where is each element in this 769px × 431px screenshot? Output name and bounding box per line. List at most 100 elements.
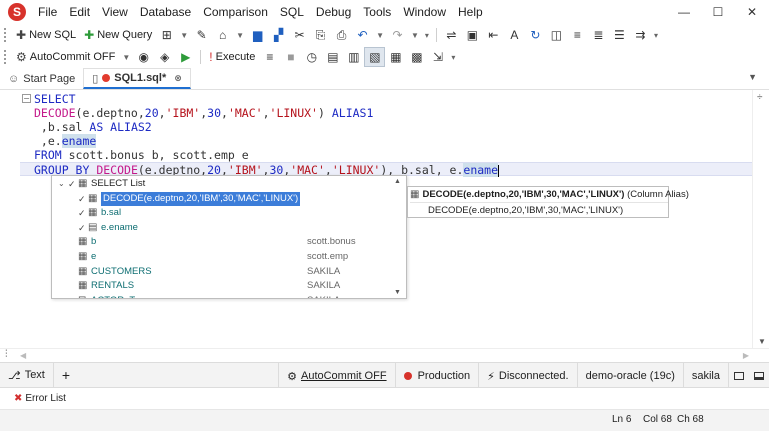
status-schema[interactable]: sakila xyxy=(684,363,729,389)
code-line[interactable]: SELECT xyxy=(34,92,76,106)
menu-database[interactable]: Database xyxy=(134,0,197,24)
tab-start-page[interactable]: ☺ Start Page xyxy=(0,68,83,89)
menu-window[interactable]: Window xyxy=(397,0,452,24)
menu-debug[interactable]: Debug xyxy=(310,0,357,24)
toolbar2-grip[interactable] xyxy=(4,50,7,64)
new-sql-button[interactable]: ✚ New SQL xyxy=(12,25,80,45)
execute-button[interactable]: ! Execute xyxy=(205,47,259,67)
history-icon[interactable]: ◷ xyxy=(301,47,322,67)
checkbox-checked-icon[interactable]: ✓ xyxy=(78,221,86,235)
toolbar-grip[interactable] xyxy=(4,28,7,42)
completion-scroll-up-icon[interactable]: ▲ xyxy=(394,178,401,185)
split-vertical-icon[interactable]: ÷ xyxy=(757,92,763,103)
completion-item[interactable]: ▦ RENTALS SAKILA xyxy=(52,279,390,293)
minimize-button[interactable]: — xyxy=(667,0,701,24)
outline-icon[interactable]: ⇉ xyxy=(630,25,651,45)
undo-dropdown-icon[interactable]: ▼ xyxy=(373,31,387,40)
stop-icon[interactable]: ■ xyxy=(280,47,301,67)
redo-icon[interactable]: ↷ xyxy=(387,25,408,45)
open-folder-icon[interactable]: ⌂ xyxy=(212,25,233,45)
expand-chevron-icon[interactable]: ⌄ xyxy=(58,177,65,191)
save-all-icon[interactable]: ▞ xyxy=(268,25,289,45)
uncomment-icon[interactable]: ≣ xyxy=(588,25,609,45)
run-icon[interactable]: ▶ xyxy=(175,47,196,67)
undo-icon[interactable]: ↶ xyxy=(352,25,373,45)
code-line[interactable]: FROM scott.bonus b, scott.emp e xyxy=(34,148,249,162)
code-line[interactable]: ,b.sal AS ALIAS2 xyxy=(34,120,152,134)
completion-item[interactable]: ▦ b scott.bonus xyxy=(52,235,390,249)
tab-sql1[interactable]: ▯ SQL1.sql* ⊗ xyxy=(83,68,191,89)
add-view-button[interactable]: + xyxy=(54,362,78,388)
toolbar1-more-icon[interactable]: ▾ xyxy=(651,31,661,40)
horizontal-scrollbar[interactable]: ⫶ ◀ ▶ xyxy=(0,348,769,362)
completion-item[interactable]: ✓ ▦ b.sal xyxy=(52,206,390,220)
menu-file[interactable]: File xyxy=(32,0,63,24)
layout-single-icon[interactable] xyxy=(729,363,749,389)
code-line[interactable]: GROUP BY DECODE(e.deptno,20,'IBM',30,'MA… xyxy=(20,162,752,177)
results-pane-icon[interactable]: ▧ xyxy=(364,47,386,67)
wrap-icon[interactable]: ☰ xyxy=(609,25,630,45)
code-line[interactable]: ,e.ename xyxy=(34,134,97,148)
refresh-icon[interactable]: ↻ xyxy=(525,25,546,45)
redo-dropdown-icon[interactable]: ▼ xyxy=(408,31,422,40)
maximize-button[interactable]: ☐ xyxy=(701,0,735,24)
tab-list-dropdown-icon[interactable]: ▼ xyxy=(748,72,757,82)
indent-icon[interactable]: ⇤ xyxy=(483,25,504,45)
autocommit-dropdown-icon[interactable]: ▼ xyxy=(119,53,133,62)
completion-item[interactable]: ▦ e scott.emp xyxy=(52,250,390,264)
menu-help[interactable]: Help xyxy=(452,0,489,24)
menu-edit[interactable]: Edit xyxy=(63,0,96,24)
completion-item[interactable]: ✓ ▤ e.ename xyxy=(52,221,390,235)
connection-icon[interactable]: ◉ xyxy=(133,47,154,67)
menu-tools[interactable]: Tools xyxy=(357,0,397,24)
checkbox-checked-icon[interactable]: ✓ xyxy=(78,192,86,206)
completion-item[interactable]: ⊡ ACTOR_T SAKILA xyxy=(52,294,390,298)
completion-item[interactable]: ▦ CUSTOMERS SAKILA xyxy=(52,265,390,279)
status-autocommit[interactable]: ⚙ AutoCommit OFF xyxy=(278,363,396,389)
completion-scrollbar[interactable]: ▲ ▼ xyxy=(390,176,406,298)
close-button[interactable]: ✕ xyxy=(735,0,769,24)
open-dropdown-icon[interactable]: ▼ xyxy=(233,31,247,40)
split-horizontal-icon[interactable]: ⫶ xyxy=(5,349,8,360)
text-view-icon[interactable]: ▩ xyxy=(406,47,427,67)
checkbox-checked-icon[interactable]: ✓ xyxy=(68,177,76,191)
close-tab-icon[interactable]: ⊗ xyxy=(174,73,182,84)
completion-scroll-down-icon[interactable]: ▼ xyxy=(394,289,401,296)
scroll-left-icon[interactable]: ◀ xyxy=(20,351,26,360)
scroll-down-icon[interactable]: ▼ xyxy=(758,337,766,346)
format-icon[interactable]: ⇌ xyxy=(441,25,462,45)
layout-split-icon[interactable] xyxy=(749,363,769,389)
execute-step-icon[interactable]: ≡ xyxy=(259,47,280,67)
explain-plan-icon[interactable]: ▤ xyxy=(322,47,343,67)
comment-icon[interactable]: ≡ xyxy=(567,25,588,45)
snippet-icon[interactable]: ▣ xyxy=(462,25,483,45)
vertical-scrollbar[interactable]: ÷ ▼ xyxy=(752,90,769,348)
query-builder-icon[interactable]: ▥ xyxy=(343,47,364,67)
new-object-icon[interactable]: ⊞ xyxy=(156,25,177,45)
checkbox-checked-icon[interactable]: ✓ xyxy=(78,206,86,220)
code-line[interactable]: DECODE(e.deptno,20,'IBM',30,'MAC','LINUX… xyxy=(34,106,373,120)
status-connection-name[interactable]: demo-oracle (19c) xyxy=(578,363,684,389)
save-icon[interactable]: ▆ xyxy=(247,25,268,45)
toolbar-overflow-icon[interactable]: ▾ xyxy=(422,31,432,40)
text-view-tab[interactable]: ⎇ Text xyxy=(0,362,54,388)
completion-item[interactable]: ✓ ▦ DECODE(e.deptno,20,'IBM',30,'MAC','LIN… xyxy=(52,191,390,206)
autocommit-toggle[interactable]: ⚙ AutoCommit OFF xyxy=(12,47,119,67)
code-completion-list[interactable]: ⌄ ✓ ▦ SELECT List ✓ ▦ DECODE(e.deptno,20,'IBM'… xyxy=(51,175,407,299)
scroll-right-icon[interactable]: ▶ xyxy=(743,351,749,360)
sql-icon[interactable]: ◫ xyxy=(546,25,567,45)
database-icon[interactable]: ◈ xyxy=(154,47,175,67)
case-icon[interactable]: A xyxy=(504,25,525,45)
completion-item[interactable]: ⌄ ✓ ▦ SELECT List xyxy=(52,177,390,191)
status-environment[interactable]: Production xyxy=(396,363,480,389)
new-query-button[interactable]: ✚ New Query xyxy=(80,25,156,45)
paste-icon[interactable]: ⎙ xyxy=(331,25,352,45)
toolbar2-more-icon[interactable]: ▾ xyxy=(448,53,458,62)
cut-icon[interactable]: ✂ xyxy=(289,25,310,45)
copy-icon[interactable]: ⎘ xyxy=(310,25,331,45)
menu-view[interactable]: View xyxy=(96,0,134,24)
grid-view-icon[interactable]: ▦ xyxy=(385,47,406,67)
status-connection[interactable]: ⚡ Disconnected. xyxy=(479,363,578,389)
open-file-icon[interactable]: ✎ xyxy=(191,25,212,45)
menu-comparison[interactable]: Comparison xyxy=(197,0,274,24)
